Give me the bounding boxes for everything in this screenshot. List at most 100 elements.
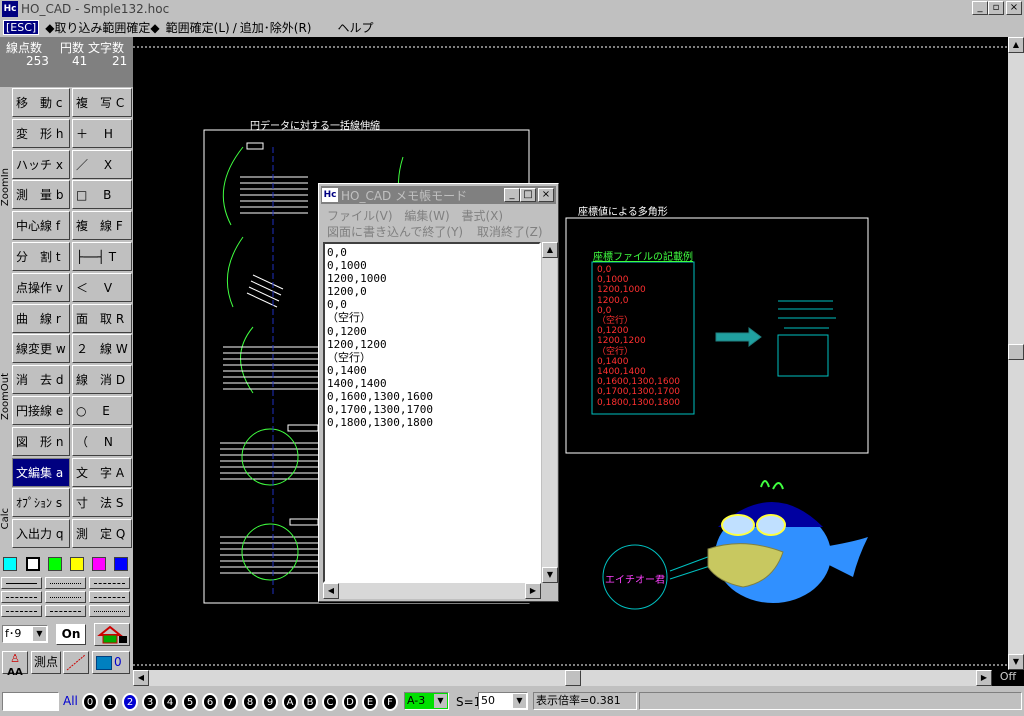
command-button-14-1[interactable]: 測 定 Q [72,519,132,549]
command-button-9-1[interactable]: 線 消 D [72,365,132,395]
layer-grid-button[interactable]: 0 [92,651,130,674]
menu-capture-range[interactable]: ◆取り込み範囲確定◆ [45,19,159,36]
command-button-13-0[interactable]: ｵﾌﾟｼｮﾝ s [12,488,70,518]
color-swatch-magenta[interactable] [92,557,106,571]
color-swatch-cyan[interactable] [3,557,17,571]
memo-title-bar[interactable]: Hc HO_CAD メモ帳モード _ □ × [321,186,556,204]
memo-scroll-up[interactable]: ▲ [542,242,558,258]
layer-button-6[interactable]: 6 [202,693,218,711]
memo-scroll-down[interactable]: ▼ [542,567,558,583]
linetype-double-chain[interactable] [45,605,86,617]
scroll-up-arrow[interactable]: ▲ [1008,37,1024,53]
canvas-horizontal-scrollbar[interactable]: ◀ ▶ [133,670,992,686]
text-aa-button[interactable]: ♙ AA [2,651,28,678]
on-button[interactable]: On [56,624,86,645]
scale-select[interactable]: 50 ▼ [478,692,528,710]
layer-button-3[interactable]: 3 [142,693,158,711]
linetype-solid[interactable] [1,577,42,589]
command-button-2-0[interactable]: ハッチ x [12,149,70,179]
sokuten-button[interactable]: 測点 [31,651,61,674]
vertical-scroll-thumb[interactable] [1008,344,1024,360]
command-button-8-0[interactable]: 線変更 w [12,334,70,364]
layer-button-C[interactable]: C [322,693,338,711]
command-button-4-0[interactable]: 中心線 f [12,211,70,241]
command-button-10-0[interactable]: 円接線 e [12,396,70,425]
command-button-9-0[interactable]: 消 去 d [12,365,70,395]
color-swatch-yellow[interactable] [70,557,84,571]
command-button-4-1[interactable]: 複 線 F [72,211,132,241]
command-input[interactable] [2,692,59,711]
memo-write-and-exit[interactable]: 図面に書き込んで終了(Y) [327,225,463,239]
menu-confirm-range[interactable]: 範囲確定(L) [166,19,230,36]
maximize-button[interactable]: ▫ [988,1,1004,15]
side-zoom-strip[interactable]: ZoomIn ZoomOut Calc [0,88,12,540]
layer-button-9[interactable]: 9 [262,693,278,711]
layer-button-E[interactable]: E [362,693,378,711]
horizontal-scroll-thumb[interactable] [565,670,581,686]
linetype-fine-dot[interactable] [45,591,86,603]
layer-button-D[interactable]: D [342,693,358,711]
scroll-left-arrow[interactable]: ◀ [133,670,149,686]
chevron-down-icon[interactable]: ▼ [434,694,447,708]
command-button-1-1[interactable]: ＋ H [72,118,132,148]
command-button-1-0[interactable]: 変 形 h [12,118,70,148]
layer-button-4[interactable]: 4 [162,693,178,711]
close-button[interactable]: × [1006,1,1022,15]
layer-button-1[interactable]: 1 [102,693,118,711]
scroll-down-arrow[interactable]: ▼ [1008,654,1024,670]
color-swatch-blue[interactable] [114,557,128,571]
command-button-0-1[interactable]: 複 写 C [72,88,132,117]
calc-label[interactable]: Calc [0,508,12,529]
esc-button[interactable]: [ESC] [3,20,40,35]
command-button-6-0[interactable]: 点操作 v [12,272,70,302]
all-layers-button[interactable]: All [63,694,78,708]
off-indicator[interactable]: Off [992,670,1024,686]
menu-help[interactable]: ヘルプ [337,19,373,36]
linetype-dashed[interactable] [89,577,130,589]
command-button-7-1[interactable]: 面 取 R [72,303,132,333]
color-swatch-white[interactable] [26,557,40,571]
diagonal-line-button[interactable] [63,651,89,674]
layer-button-7[interactable]: 7 [222,693,238,711]
memo-menu-format[interactable]: 書式(X) [461,209,503,223]
menu-add-exclude[interactable]: 追加･除外(R) [240,19,312,36]
command-button-12-0[interactable]: 文編集 a [12,457,70,487]
house-grid-button[interactable] [94,623,130,646]
layer-button-2[interactable]: 2 [122,693,138,711]
memo-window[interactable]: Hc HO_CAD メモ帳モード _ □ × ファイル(V) 編集(W) 書式(… [318,183,559,602]
color-swatch-green[interactable] [48,557,62,571]
memo-scroll-right[interactable]: ▶ [525,583,541,599]
command-button-3-1[interactable]: □ B [72,180,132,210]
layer-button-A[interactable]: A [282,693,298,711]
command-button-11-1[interactable]: （ N [72,426,132,456]
minimize-button[interactable]: _ [972,1,988,15]
layer-button-F[interactable]: F [382,693,398,711]
memo-textarea[interactable]: 0,0 0,1000 1200,1000 1200,0 0,0 （空行） 0,1… [323,242,541,583]
command-button-0-0[interactable]: 移 動 c [12,88,70,117]
command-button-7-0[interactable]: 曲 線 r [12,303,70,333]
layer-button-8[interactable]: 8 [242,693,258,711]
command-button-6-1[interactable]: ＜ V [72,272,132,302]
command-button-8-1[interactable]: ２ 線 W [72,334,132,364]
memo-horizontal-scrollbar[interactable]: ◀ ▶ [323,583,541,599]
linetype-dotted[interactable] [45,577,86,589]
command-button-5-1[interactable]: ├──┤ T [72,242,132,271]
memo-menu-edit[interactable]: 編集(W) [404,209,449,223]
drawing-canvas[interactable]: 円データに対する一括線伸縮 座標値による多角形 座標ファイルの記載例 0,0 0,… [133,37,1008,670]
command-button-2-1[interactable]: ／ X [72,149,132,179]
linetype-chain[interactable] [1,605,42,617]
layer-button-0[interactable]: 0 [82,693,98,711]
memo-close-button[interactable]: × [538,188,554,202]
memo-menu-file[interactable]: ファイル(V) [327,209,393,223]
memo-vertical-scrollbar[interactable]: ▲ ▼ [541,242,558,583]
scroll-right-arrow[interactable]: ▶ [976,670,992,686]
command-button-12-1[interactable]: 文 字 A [72,457,132,487]
command-button-5-0[interactable]: 分 割 t [12,242,70,271]
command-button-13-1[interactable]: 寸 法 S [72,488,132,518]
memo-maximize-button[interactable]: □ [520,188,536,202]
linetype-dash-dot[interactable] [1,591,42,603]
layer-button-5[interactable]: 5 [182,693,198,711]
canvas-vertical-scrollbar[interactable]: ▲ ▼ [1008,37,1024,670]
paper-size-select[interactable]: A-3 ▼ [404,692,449,710]
memo-cancel-exit[interactable]: 取消終了(Z) [477,225,543,239]
